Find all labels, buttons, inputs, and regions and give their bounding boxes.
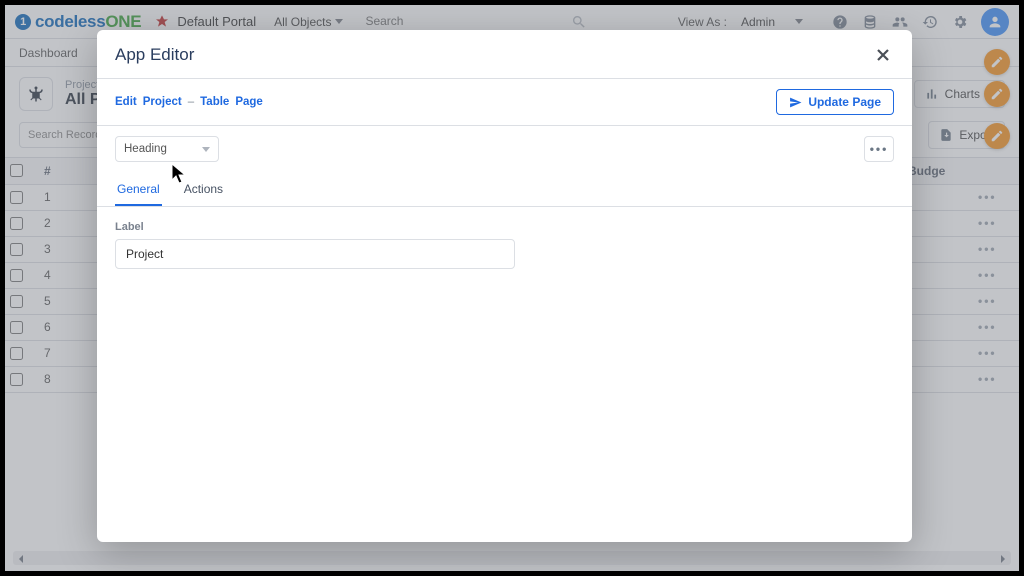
tab-actions[interactable]: Actions — [182, 174, 225, 206]
update-page-label: Update Page — [808, 95, 881, 109]
more-options-button[interactable]: ••• — [864, 136, 894, 162]
crumb-sep: – — [188, 96, 194, 108]
breadcrumb: Edit Project – Table Page — [115, 96, 263, 108]
modal-breadcrumb-bar: Edit Project – Table Page Update Page — [97, 79, 912, 126]
chevron-down-icon — [202, 147, 210, 152]
paper-plane-icon — [789, 96, 802, 109]
modal-title: App Editor — [115, 45, 194, 65]
label-input[interactable] — [115, 239, 515, 269]
modal-tabs: General Actions — [97, 174, 912, 207]
crumb-page[interactable]: Page — [235, 96, 263, 108]
tab-general[interactable]: General — [115, 174, 162, 206]
heading-dropdown-label: Heading — [124, 143, 167, 155]
close-icon — [876, 48, 890, 62]
app-editor-modal: App Editor Edit Project – Table Page Upd… — [97, 30, 912, 542]
crumb-project[interactable]: Project — [143, 96, 182, 108]
crumb-table[interactable]: Table — [200, 96, 229, 108]
modal-controls-row: Heading ••• — [97, 126, 912, 174]
update-page-button[interactable]: Update Page — [776, 89, 894, 115]
modal-body: Label — [97, 207, 912, 542]
close-button[interactable] — [872, 44, 894, 66]
field-label-caption: Label — [115, 221, 894, 233]
crumb-edit[interactable]: Edit — [115, 96, 137, 108]
heading-dropdown[interactable]: Heading — [115, 136, 219, 162]
modal-header: App Editor — [97, 30, 912, 79]
